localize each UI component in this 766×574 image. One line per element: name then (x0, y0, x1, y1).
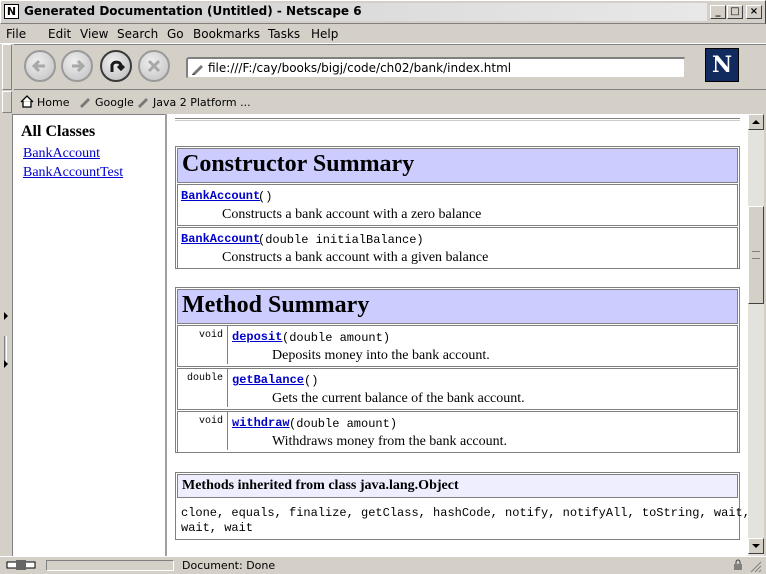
constructor-description: Constructs a bank account with a given b… (222, 250, 489, 265)
personal-toolbar-grippy[interactable] (2, 91, 12, 113)
page-proxy-icon[interactable] (191, 62, 204, 75)
personal-toolbar: Home Google Java 2 Platform ... (14, 91, 766, 113)
inherited-methods-title: Methods inherited from class java.lang.O… (177, 474, 738, 498)
menu-bar: File Edit View Search Go Bookmarks Tasks… (0, 24, 766, 44)
return-type: void (198, 416, 223, 427)
constructor-description: Constructs a bank account with a zero ba… (222, 207, 482, 222)
window-title: Generated Documentation (Untitled) - Net… (24, 4, 362, 18)
status-text: Document: Done (182, 559, 276, 572)
home-bookmark[interactable]: Home (37, 96, 69, 109)
content-frame: Constructor Summary BankAccount () Const… (167, 114, 748, 556)
netscape-app-icon[interactable]: N (4, 4, 19, 19)
stop-button[interactable] (138, 50, 170, 82)
method-signature: (double amount) (289, 417, 398, 431)
method-description: Deposits money into the bank account. (272, 348, 490, 363)
method-summary-table: Method Summary void deposit (double amou… (175, 287, 740, 453)
method-signature: (double amount) (282, 331, 391, 345)
thumb-grip (752, 251, 760, 259)
menu-search[interactable]: Search (117, 27, 158, 41)
class-link-bankaccounttest[interactable]: BankAccountTest (23, 165, 123, 181)
sidebar-toggle-icon[interactable] (6, 559, 36, 571)
method-summary-title: Method Summary (177, 289, 738, 324)
class-link-bankaccount[interactable]: BankAccount (23, 146, 100, 162)
return-type-cell: void (178, 412, 228, 450)
splitter-arrow-icon (4, 360, 8, 368)
menu-edit[interactable]: Edit (48, 27, 71, 41)
menu-go[interactable]: Go (167, 27, 184, 41)
inherited-methods-table: Methods inherited from class java.lang.O… (175, 472, 748, 540)
constructor-summary-title: Constructor Summary (177, 148, 738, 183)
splitter-arrow-icon (4, 312, 8, 320)
bookmark-icon (138, 98, 148, 108)
constructor-signature: () (258, 190, 273, 204)
constructor-signature: (double initialBalance) (258, 233, 424, 247)
class-list-frame: All Classes BankAccount BankAccountTest (12, 114, 166, 556)
menu-view[interactable]: View (80, 27, 108, 41)
table-row: BankAccount () Constructs a bank account… (177, 184, 738, 226)
url-bar[interactable]: file:///F:/cay/books/bigj/code/ch02/bank… (186, 57, 686, 79)
netscape-logo[interactable]: N (705, 48, 739, 82)
menu-tasks[interactable]: Tasks (268, 27, 300, 41)
return-type-cell: void (178, 326, 228, 364)
inherited-methods-line: clone, equals, finalize, getClass, hashC… (181, 506, 748, 520)
arrow-down-icon (752, 544, 760, 548)
scrollbar-thumb[interactable] (748, 206, 764, 304)
constructor-link[interactable]: BankAccount (181, 232, 260, 246)
java-platform-bookmark[interactable]: Java 2 Platform ... (153, 96, 251, 109)
scroll-up-button[interactable] (748, 114, 764, 130)
table-row: void withdraw (double amount) Withdraws … (177, 411, 738, 453)
url-text[interactable]: file:///F:/cay/books/bigj/code/ch02/bank… (208, 61, 511, 75)
method-signature: () (304, 374, 319, 388)
resize-grip-icon[interactable] (750, 561, 762, 573)
table-row: BankAccount (double initialBalance) Cons… (177, 227, 738, 269)
back-button[interactable] (24, 50, 56, 82)
bookmark-icon (80, 98, 90, 108)
table-row: double getBalance () Gets the current ba… (177, 368, 738, 410)
horizontal-rule (175, 118, 740, 121)
forward-button[interactable] (61, 50, 93, 82)
method-description: Gets the current balance of the bank acc… (272, 391, 525, 406)
forward-arrow-icon (72, 59, 86, 73)
constructor-link[interactable]: BankAccount (181, 189, 260, 203)
arrow-up-icon (752, 120, 760, 124)
close-button[interactable]: × (746, 5, 762, 19)
menu-file[interactable]: File (6, 27, 26, 41)
method-description: Withdraws money from the bank account. (272, 434, 508, 449)
constructor-summary-table: Constructor Summary BankAccount () Const… (175, 146, 740, 269)
menu-help[interactable]: Help (311, 27, 338, 41)
scroll-down-button[interactable] (748, 538, 764, 554)
minimize-button[interactable]: _ (710, 5, 726, 19)
progress-bar (46, 560, 174, 571)
method-link[interactable]: deposit (232, 330, 282, 344)
home-icon[interactable] (20, 95, 34, 108)
method-link[interactable]: getBalance (232, 373, 304, 387)
menu-bookmarks[interactable]: Bookmarks (193, 27, 260, 41)
google-bookmark[interactable]: Google (95, 96, 134, 109)
sidebar-splitter[interactable] (0, 114, 12, 556)
security-icon[interactable] (732, 559, 744, 571)
return-type: void (198, 330, 223, 341)
method-link[interactable]: withdraw (232, 416, 290, 430)
navigation-toolbar-grippy[interactable] (2, 44, 12, 90)
stop-icon (147, 59, 161, 73)
table-row: void deposit (double amount) Deposits mo… (177, 325, 738, 367)
maximize-button[interactable]: □ (727, 5, 743, 19)
vertical-scrollbar[interactable] (748, 114, 764, 556)
reload-icon (110, 60, 126, 72)
all-classes-heading: All Classes (21, 123, 96, 140)
return-type-cell: double (178, 369, 228, 407)
back-arrow-icon (31, 59, 45, 73)
status-bar: Document: Done (0, 556, 766, 574)
inherited-methods-line: wait, wait (181, 521, 254, 535)
reload-button[interactable] (100, 50, 132, 82)
return-type: double (186, 373, 223, 384)
